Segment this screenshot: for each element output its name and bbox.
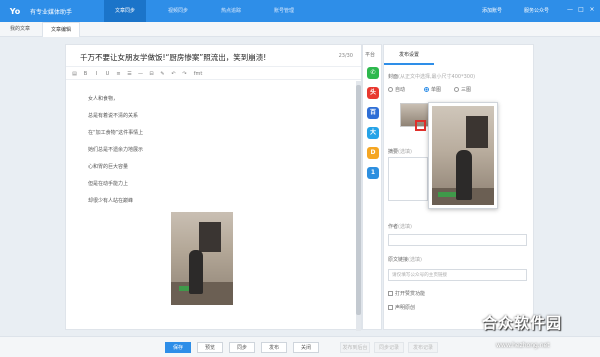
table-icon[interactable]: ⊟ xyxy=(148,71,155,77)
watermark-url: www.hezhong.net xyxy=(496,342,550,349)
range-hood-shape xyxy=(466,116,488,148)
editor-scrollbar[interactable] xyxy=(356,81,361,331)
author-label: 作者(选填) xyxy=(388,224,412,230)
toutiao-icon[interactable]: 头 xyxy=(367,87,379,99)
platform-label: 平台 xyxy=(365,52,376,58)
close-button[interactable]: 关闭 xyxy=(293,342,319,353)
source-link-field[interactable]: 请仅填写公众号的主页链接 xyxy=(388,269,527,281)
title-bar: Yo 有专业媒体助手 文章同步 视频同步 热点追踪 账号管理 添加账号 服务公众… xyxy=(0,0,600,22)
nav-tab-video-sync[interactable]: 视频同步 xyxy=(157,0,199,22)
service-account-link[interactable]: 服务公众号 xyxy=(524,7,549,14)
editor-toolbar: ▤ B I U ≡ ☰ — ⊟ ✎ ↶ ↷ fmt xyxy=(66,68,361,80)
cover-label: 封面(从正文中选择,最小尺寸400*300) xyxy=(388,74,476,80)
italic-icon[interactable]: I xyxy=(93,71,100,77)
sohu-icon[interactable]: 1 xyxy=(367,167,379,179)
redo-icon[interactable]: ↷ xyxy=(181,71,188,77)
nav-tab-account-manage[interactable]: 账号管理 xyxy=(263,0,305,22)
tab-article-edit[interactable]: 文章编辑 xyxy=(42,22,81,37)
app-name: 有专业媒体助手 xyxy=(30,9,73,16)
sync-log-button[interactable]: 同步记录 xyxy=(374,342,404,353)
title-row: 千万不要让女朋友学做饭!“厨房惨案”照流出，笑到崩溃! 23/30 xyxy=(66,45,361,67)
list-icon[interactable]: ☰ xyxy=(126,71,133,77)
dayu-icon[interactable]: 大 xyxy=(367,127,379,139)
body-line: 总是有着说不清的关系 xyxy=(88,113,139,119)
publish-button[interactable]: 发布 xyxy=(261,342,287,353)
cover-selection-marker[interactable] xyxy=(415,120,426,131)
app-logo: Yo xyxy=(9,6,21,16)
reward-checkbox[interactable]: 打开赞赏功能 xyxy=(388,290,425,297)
sync-button[interactable]: 同步 xyxy=(229,342,255,353)
cover-preview-image xyxy=(432,106,494,205)
body-line: 但是在动手能力上 xyxy=(88,181,129,187)
save-button[interactable]: 保存 xyxy=(165,342,191,353)
cover-single-radio[interactable]: 单图 xyxy=(424,86,441,93)
publish-backend-button[interactable]: 发布到后台 xyxy=(340,342,370,353)
add-account-link[interactable]: 添加账号 xyxy=(482,7,502,14)
preview-button[interactable]: 预览 xyxy=(197,342,223,353)
baijia-icon[interactable]: 百 xyxy=(367,107,379,119)
body-line: 她们总是不遗余力地展示 xyxy=(88,147,144,153)
range-hood-shape xyxy=(199,222,221,252)
body-line: 在“加工食物”这件事情上 xyxy=(88,130,144,136)
divider-icon[interactable]: — xyxy=(137,71,144,77)
minimize-icon[interactable]: — xyxy=(566,6,574,14)
close-icon[interactable]: × xyxy=(588,6,596,14)
cover-preview-popup xyxy=(428,102,498,209)
title-char-count: 23/30 xyxy=(338,53,353,59)
summary-label: 摘要(选填) xyxy=(388,149,412,155)
nav-tab-article-sync[interactable]: 文章同步 xyxy=(104,0,146,22)
body-line: 心和胃的巨大容量 xyxy=(88,164,129,170)
undo-icon[interactable]: ↶ xyxy=(170,71,177,77)
cover-auto-radio[interactable]: 自动 xyxy=(388,86,405,93)
author-field[interactable] xyxy=(388,234,527,246)
wechat-icon[interactable]: ✆ xyxy=(367,67,379,79)
body-line: 女人和食物， xyxy=(88,96,119,102)
tab-my-articles[interactable]: 我的文章 xyxy=(2,22,38,37)
article-body[interactable]: 女人和食物， 总是有着说不清的关系 在“加工食物”这件事情上 她们总是不遗余力地… xyxy=(88,95,143,214)
watermark-text: 合众软件园 xyxy=(482,314,563,332)
pen-icon[interactable]: ✎ xyxy=(159,71,166,77)
tab-publish-settings[interactable]: 发布设置 xyxy=(384,45,434,65)
publish-log-button[interactable]: 发布记录 xyxy=(408,342,438,353)
article-image[interactable] xyxy=(171,212,233,305)
person-shape xyxy=(189,250,203,294)
nav-tab-hot-tracking[interactable]: 热点追踪 xyxy=(210,0,252,22)
article-editor: 千万不要让女朋友学做饭!“厨房惨案”照流出，笑到崩溃! 23/30 ▤ B I … xyxy=(65,44,362,331)
source-link-label: 原文链接(选填) xyxy=(388,257,422,263)
summary-textarea[interactable] xyxy=(388,157,428,201)
align-icon[interactable]: ≡ xyxy=(115,71,122,77)
underline-icon[interactable]: U xyxy=(104,71,111,77)
format-block-icon[interactable]: ▤ xyxy=(71,71,78,77)
person-shape xyxy=(456,150,472,200)
cover-triple-radio[interactable]: 三图 xyxy=(454,86,471,93)
original-checkbox[interactable]: 声明原创 xyxy=(388,304,415,311)
maximize-icon[interactable]: □ xyxy=(577,6,585,14)
body-line: 却很少有人站在巅峰 xyxy=(88,198,134,204)
article-title-input[interactable]: 千万不要让女朋友学做饭!“厨房惨案”照流出，笑到崩溃! xyxy=(80,52,266,63)
scrollbar-thumb[interactable] xyxy=(356,85,361,315)
yidian-icon[interactable]: D xyxy=(367,147,379,159)
vegetable-shape xyxy=(438,192,456,197)
sub-tab-bar: 我的文章 文章编辑 xyxy=(0,22,600,37)
bold-icon[interactable]: B xyxy=(82,71,89,77)
platform-column: 平台 ✆ 头 百 大 D 1 xyxy=(362,44,382,330)
font-icon[interactable]: fmt xyxy=(192,71,204,77)
site-watermark: 合众软件园 www.hezhong.net xyxy=(476,312,598,356)
